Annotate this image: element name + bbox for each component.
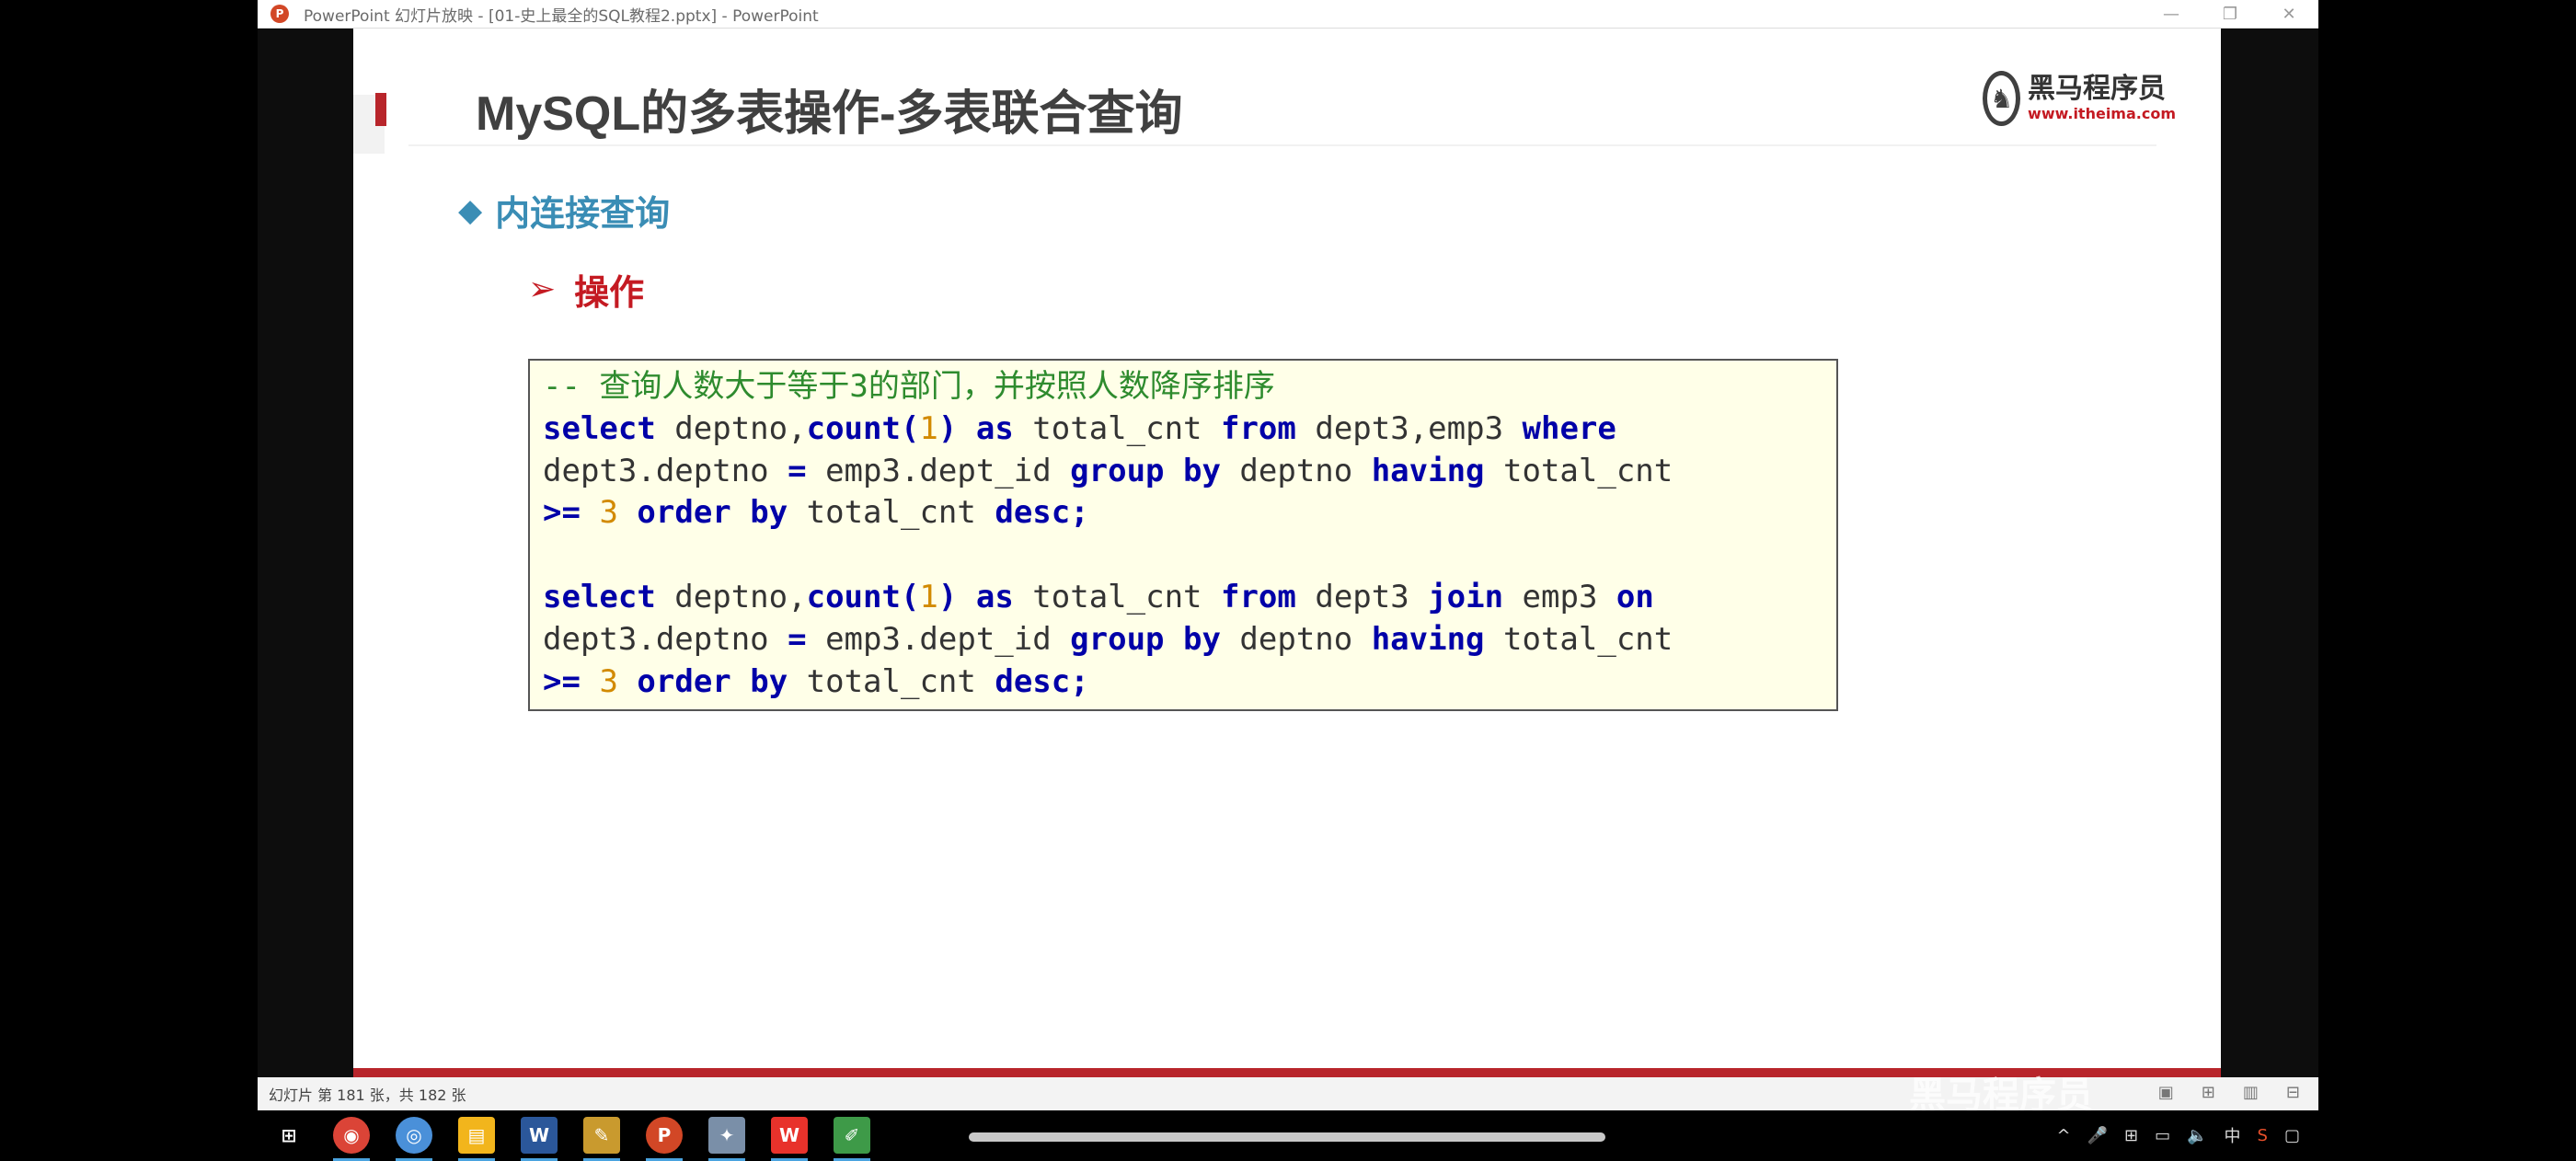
system-tray: ^ 🎤 ⊞ ▭ 🔈 中 S ▢: [2057, 1123, 2301, 1147]
diamond-bullet-icon: ◆: [458, 191, 483, 229]
sogou-icon[interactable]: S: [2258, 1126, 2268, 1145]
itheima-logo: ♞ 黑马程序员 www.itheima.com: [1983, 69, 2176, 128]
powerpoint-app-icon: P: [270, 5, 289, 23]
window-title-bar: P PowerPoint 幻灯片放映 - [01-史上最全的SQL教程2.ppt…: [258, 0, 2318, 29]
paint-icon[interactable]: ✎: [583, 1116, 620, 1161]
minimize-icon[interactable]: —: [2142, 0, 2201, 28]
slideshow-icon[interactable]: ⊟: [2286, 1083, 2300, 1102]
bullet-operation-text: 操作: [574, 272, 645, 313]
window-title: PowerPoint 幻灯片放映 - [01-史上最全的SQL教程2.pptx]…: [304, 6, 819, 26]
wps-icon[interactable]: W: [771, 1116, 808, 1161]
ime-icon[interactable]: 中: [2225, 1123, 2241, 1147]
powerpoint-icon[interactable]: P: [646, 1116, 683, 1161]
title-divider: [408, 144, 2156, 146]
bullet-inner-join: ◆ 内连接查询: [458, 185, 670, 236]
chrome-icon[interactable]: ◉: [333, 1116, 370, 1161]
arrow-bullet-icon: ➢: [528, 270, 557, 308]
microphone-icon[interactable]: 🎤: [2087, 1126, 2108, 1145]
reading-view-icon[interactable]: ▥: [2243, 1083, 2259, 1102]
windows-start-icon[interactable]: ⊞: [270, 1117, 307, 1154]
normal-view-icon[interactable]: ▣: [2158, 1083, 2174, 1102]
bullet-operation: ➢ 操作: [528, 264, 644, 315]
slide-title: MySQL的多表操作-多表联合查询: [476, 87, 1183, 141]
right-gutter: [2221, 29, 2318, 1077]
browser-icon[interactable]: ◎: [396, 1116, 432, 1161]
code-comment-line: -- 查询人数大于等于3的部门，并按照人数降序排序: [543, 368, 1275, 405]
code-line: select deptno,count(1) as total_cnt from…: [543, 409, 1616, 447]
code-line: >= 3 order by total_cnt desc;: [543, 494, 1089, 532]
notification-icon[interactable]: ▢: [2284, 1126, 2300, 1145]
logo-cn-text: 黑马程序员: [2028, 73, 2167, 105]
close-icon[interactable]: ✕: [2260, 0, 2318, 28]
editor-icon[interactable]: ✐: [834, 1116, 870, 1161]
code-line: dept3.deptno = emp3.dept_id group by dep…: [543, 452, 1673, 489]
display-icon[interactable]: ⊞: [2124, 1126, 2138, 1145]
bullet-inner-join-text: 内连接查询: [495, 193, 671, 234]
horizontal-scrollbar[interactable]: [969, 1132, 1605, 1142]
logo-url-text: www.itheima.com: [2028, 105, 2176, 122]
slide-sorter-icon[interactable]: ⊞: [2202, 1083, 2215, 1102]
file-explorer-icon[interactable]: ▤: [458, 1116, 495, 1161]
code-line: select deptno,count(1) as total_cnt from…: [543, 578, 1654, 615]
volume-icon[interactable]: 🔈: [2187, 1126, 2207, 1145]
sql-code-block: -- 查询人数大于等于3的部门，并按照人数降序排序 select deptno,c…: [528, 359, 1838, 711]
code-line: dept3.deptno = emp3.dept_id group by dep…: [543, 620, 1673, 658]
left-gutter: [258, 29, 353, 1077]
slide-canvas[interactable]: MySQL的多表操作-多表联合查询 ♞ 黑马程序员 www.itheima.co…: [353, 29, 2221, 1077]
horse-logo-icon: ♞: [1983, 71, 2021, 126]
battery-icon[interactable]: ▭: [2155, 1126, 2170, 1145]
title-red-marker: [375, 93, 386, 126]
code-line: >= 3 order by total_cnt desc;: [543, 662, 1089, 700]
tool-icon[interactable]: ✦: [708, 1116, 745, 1161]
tray-chevron-icon[interactable]: ^: [2057, 1126, 2071, 1145]
slide-counter: 幻灯片 第 181 张，共 182 张: [269, 1086, 466, 1104]
word-icon[interactable]: W: [521, 1116, 558, 1161]
restore-icon[interactable]: ❐: [2201, 0, 2260, 28]
